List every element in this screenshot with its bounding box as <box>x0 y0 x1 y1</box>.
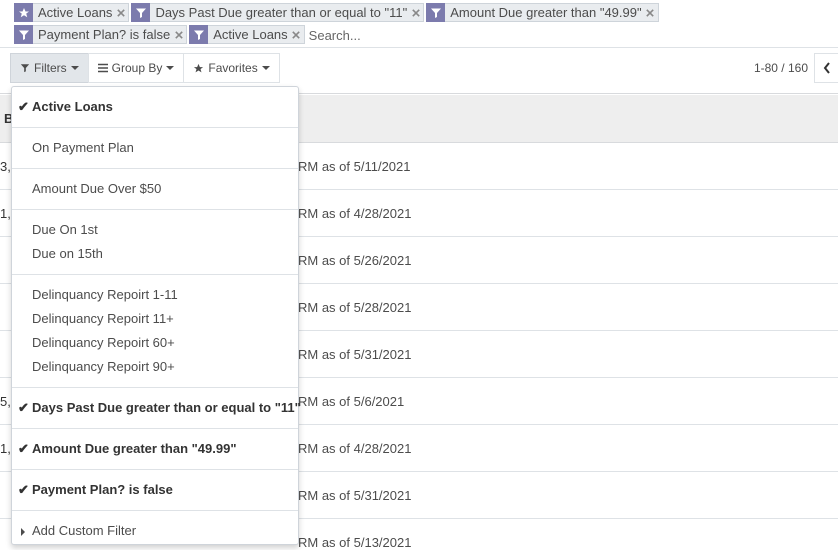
group-by-button[interactable]: Group By <box>87 53 185 83</box>
caret-right-icon <box>21 528 25 536</box>
facet-label: Days Past Due greater than or equal to "… <box>155 5 408 20</box>
filters-dropdown-menu: ✔ Active Loans On Payment Plan Amount Du… <box>11 86 301 545</box>
star-icon <box>194 63 204 72</box>
cell-text: RM as of 4/28/2021 <box>298 206 412 221</box>
filter-icon <box>131 3 151 22</box>
bars-icon <box>97 63 108 73</box>
filter-group: Due On 1st Due on 15th <box>12 210 298 275</box>
filter-item-delinquency-90-plus[interactable]: Delinquancy Repoirt 90+ <box>12 355 298 379</box>
filter-item-due-on-1st[interactable]: Due On 1st <box>12 218 298 242</box>
pager-previous-button[interactable] <box>814 53 838 83</box>
filter-item-label: Active Loans <box>32 99 113 114</box>
filter-item-label: Due On 1st <box>32 222 98 237</box>
filter-icon <box>20 64 30 73</box>
filter-item-label: Delinquancy Repoirt 1-11 <box>32 287 178 302</box>
star-icon <box>14 3 33 22</box>
filter-item-delinquency-60-plus[interactable]: Delinquancy Repoirt 60+ <box>12 331 298 355</box>
search-options: Filters Group By Favorites <box>10 53 280 83</box>
check-icon: ✔ <box>18 441 29 456</box>
cell-text: RM as of 4/28/2021 <box>298 441 412 456</box>
close-icon[interactable] <box>116 8 128 17</box>
caret-down-icon <box>166 66 175 70</box>
cell-text: RM as of 5/26/2021 <box>298 253 412 268</box>
facet-payment-plan[interactable]: Payment Plan? is false <box>14 25 188 44</box>
chevron-left-icon <box>823 62 830 74</box>
filter-item-delinquency-11-plus[interactable]: Delinquancy Repoirt 11+ <box>12 307 298 331</box>
caret-down-icon <box>70 66 79 70</box>
filter-group: ✔ Active Loans <box>12 87 298 128</box>
cell-text: RM as of 5/13/2021 <box>298 535 412 550</box>
check-icon: ✔ <box>18 400 29 415</box>
facet-label: Payment Plan? is false <box>38 27 171 42</box>
filter-item-label: On Payment Plan <box>32 140 134 155</box>
filter-item-label: Due on 15th <box>32 246 103 261</box>
filter-item-payment-plan-false[interactable]: ✔ Payment Plan? is false <box>12 478 298 502</box>
cell-lead: 1, <box>0 206 11 221</box>
filter-item-amount-due-over-50[interactable]: Amount Due Over $50 <box>12 177 298 201</box>
search-input[interactable] <box>308 25 609 45</box>
filter-item-label: Delinquancy Repoirt 60+ <box>32 335 175 350</box>
cell-lead: 5, <box>0 394 11 409</box>
filter-item-delinquency-1-11[interactable]: Delinquancy Repoirt 1-11 <box>12 283 298 307</box>
facet-label: Active Loans <box>38 5 113 20</box>
filter-icon <box>14 25 33 44</box>
facet-label: Amount Due greater than "49.99" <box>450 5 642 20</box>
cell-lead: 1, <box>0 441 11 456</box>
filter-item-label: Delinquancy Repoirt 11+ <box>32 311 174 326</box>
filter-group: ✔ Amount Due greater than "49.99" <box>12 429 298 470</box>
filter-group: ✔ Days Past Due greater than or equal to… <box>12 388 301 429</box>
filter-item-label: Payment Plan? is false <box>32 482 173 497</box>
filters-button[interactable]: Filters <box>10 53 89 83</box>
facet-days-past-due[interactable]: Days Past Due greater than or equal to "… <box>131 3 425 22</box>
filter-item-active-loans[interactable]: ✔ Active Loans <box>12 95 298 119</box>
cell-text: RM as of 5/6/2021 <box>298 394 405 409</box>
favorites-button[interactable]: Favorites <box>183 53 280 83</box>
check-icon: ✔ <box>18 482 29 497</box>
filter-item-label: Amount Due Over $50 <box>32 181 162 196</box>
close-icon[interactable] <box>292 30 304 39</box>
close-icon[interactable] <box>411 8 423 17</box>
filter-item-label: Amount Due greater than "49.99" <box>32 441 237 456</box>
cell-lead: 3, <box>0 159 11 174</box>
filter-group: Delinquancy Repoirt 1-11 Delinquancy Rep… <box>12 275 298 388</box>
filter-item-days-past-due[interactable]: ✔ Days Past Due greater than or equal to… <box>12 396 301 420</box>
filters-label: Filters <box>34 61 67 75</box>
caret-down-icon <box>261 66 270 70</box>
facet-active-loans[interactable]: Active Loans <box>14 3 130 22</box>
close-icon[interactable] <box>646 8 658 17</box>
cell-text: RM as of 5/11/2021 <box>298 159 411 174</box>
filter-group: Add Custom Filter <box>12 511 298 550</box>
filter-item-due-on-15th[interactable]: Due on 15th <box>12 242 298 266</box>
pager-value[interactable]: 1-80 / 160 <box>754 61 808 75</box>
filter-icon <box>189 25 209 44</box>
filter-item-on-payment-plan[interactable]: On Payment Plan <box>12 136 298 160</box>
add-custom-filter-toggle[interactable]: Add Custom Filter <box>12 519 298 543</box>
filter-group: On Payment Plan <box>12 128 298 169</box>
favorites-label: Favorites <box>208 61 258 75</box>
cell-text: RM as of 5/31/2021 <box>298 347 412 362</box>
facet-active-loans-filter[interactable]: Active Loans <box>189 25 305 44</box>
facet-label: Active Loans <box>213 27 288 42</box>
facet-amount-due[interactable]: Amount Due greater than "49.99" <box>426 3 659 22</box>
cell-text: RM as of 5/31/2021 <box>298 488 412 503</box>
facet-list: Active Loans Days Past Due greater than … <box>14 2 824 46</box>
group-by-label: Group By <box>111 61 163 75</box>
filter-group: ✔ Payment Plan? is false <box>12 470 298 511</box>
add-custom-filter-label: Add Custom Filter <box>32 523 137 538</box>
filter-item-label: Delinquancy Repoirt 90+ <box>32 359 175 374</box>
filter-item-label: Days Past Due greater than or equal to "… <box>32 400 301 415</box>
close-icon[interactable] <box>174 30 186 39</box>
filter-group: Amount Due Over $50 <box>12 169 298 210</box>
check-icon: ✔ <box>18 99 29 114</box>
filter-item-amount-due-gt[interactable]: ✔ Amount Due greater than "49.99" <box>12 437 298 461</box>
cell-text: RM as of 5/28/2021 <box>298 300 412 315</box>
filter-icon <box>426 3 446 22</box>
search-bar: Active Loans Days Past Due greater than … <box>0 0 838 48</box>
